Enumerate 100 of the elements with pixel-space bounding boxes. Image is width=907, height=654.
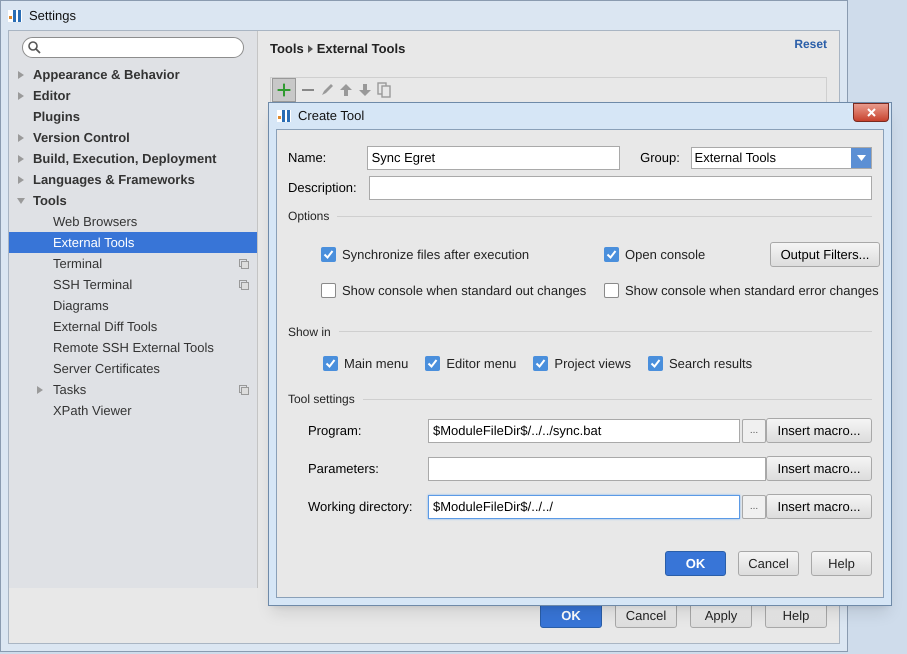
section-title: Options: [288, 208, 330, 225]
up-arrow-icon[interactable]: [339, 83, 353, 97]
checkbox[interactable]: [321, 247, 336, 262]
insert-macro-button[interactable]: Insert macro...: [766, 456, 872, 481]
section-title: Show in: [288, 324, 331, 340]
check-icon: [325, 358, 336, 369]
field-label: Parameters:: [307, 460, 380, 478]
tree-item-label: Build, Execution, Deployment: [33, 150, 218, 168]
collapsed-arrow-icon[interactable]: [17, 154, 25, 162]
add-icon[interactable]: [272, 78, 296, 102]
field-label: Working directory:: [307, 498, 414, 516]
collapsed-arrow-icon[interactable]: [36, 386, 44, 394]
browse-button[interactable]: ...: [742, 494, 766, 518]
tree-item-label: Tasks: [53, 380, 88, 399]
checkbox-label: Main menu: [344, 354, 408, 372]
tree-item[interactable]: SSH Terminal: [9, 274, 257, 295]
collapsed-arrow-icon[interactable]: [17, 176, 25, 184]
dialog-button[interactable]: Cancel: [738, 551, 799, 576]
breadcrumb-item: Tools: [270, 40, 304, 58]
tree-item-label: Server Certificates: [53, 360, 161, 378]
check-icon: [427, 358, 438, 369]
dropdown-value: External Tools: [694, 148, 777, 167]
copy-icon[interactable]: [377, 82, 391, 98]
tree-item-label: SSH Terminal: [53, 276, 134, 294]
checkbox-label: Open console: [625, 246, 706, 264]
reset-link[interactable]: Reset: [794, 34, 827, 53]
tree-item-label: Languages & Frameworks: [33, 170, 196, 189]
tree-item-label: XPath Viewer: [53, 402, 133, 420]
checkbox[interactable]: [604, 247, 619, 262]
tree-item[interactable]: Tasks: [9, 379, 257, 400]
tree-item[interactable]: Diagrams: [9, 295, 257, 316]
down-arrow-icon[interactable]: [358, 83, 372, 97]
tree-item[interactable]: Version Control: [9, 127, 257, 148]
tree-item-label: Tools: [33, 192, 68, 210]
check-icon: [650, 358, 661, 369]
name-field[interactable]: Sync Egret: [366, 146, 620, 170]
field-label: Name:: [288, 148, 328, 167]
tree-item[interactable]: Languages & Frameworks: [9, 169, 257, 190]
tree-item[interactable]: External Tools: [9, 232, 257, 253]
dialog-title: Create Tool: [298, 107, 364, 126]
collapsed-arrow-icon[interactable]: [17, 70, 25, 78]
close-icon: [866, 108, 876, 117]
search-field[interactable]: [22, 37, 244, 58]
dropdown-arrow-icon: [856, 154, 866, 160]
checkbox-label: Show console when standard error changes: [625, 282, 879, 300]
tree-item[interactable]: Tools: [9, 190, 257, 211]
checkbox-label: Project views: [554, 354, 631, 373]
app-logo-icon: [7, 8, 23, 24]
tree-item[interactable]: External Diff Tools: [9, 316, 257, 337]
tree-item[interactable]: Server Certificates: [9, 358, 257, 379]
input-field[interactable]: $ModuleFileDir$/../../sync.bat: [428, 418, 740, 442]
tree-item[interactable]: Remote SSH External Tools: [9, 337, 257, 358]
checkbox[interactable]: [323, 356, 338, 371]
breadcrumb-item: External Tools: [316, 40, 406, 58]
check-icon: [323, 249, 334, 260]
section-title: Tool settings: [288, 391, 355, 408]
tree-item[interactable]: Editor: [9, 85, 257, 106]
tree-item[interactable]: Appearance & Behavior: [9, 64, 257, 85]
checkbox[interactable]: [604, 283, 619, 298]
tree-item[interactable]: XPath Viewer: [9, 400, 257, 421]
edit-icon[interactable]: [320, 83, 334, 97]
tree-item[interactable]: Web Browsers: [9, 211, 257, 232]
input-field[interactable]: [428, 456, 766, 480]
checkbox[interactable]: [321, 283, 336, 298]
group-dropdown[interactable]: External Tools: [690, 146, 872, 168]
browse-button[interactable]: ...: [742, 418, 766, 442]
dialog-button[interactable]: Help: [811, 551, 872, 576]
tree-item-label: Appearance & Behavior: [33, 66, 181, 84]
tree-item[interactable]: Build, Execution, Deployment: [9, 148, 257, 169]
checkbox-label: Show console when standard out changes: [342, 282, 586, 300]
checkbox[interactable]: [648, 356, 663, 371]
check-icon: [535, 358, 546, 369]
tree-item-label: External Tools: [53, 234, 136, 252]
tree-item-label: Diagrams: [53, 296, 110, 315]
tree-item-label: Version Control: [33, 128, 131, 147]
ok-button[interactable]: OK: [665, 551, 726, 576]
checkbox[interactable]: [425, 356, 440, 371]
close-button[interactable]: [853, 103, 889, 122]
tree-item[interactable]: Terminal: [9, 253, 257, 274]
collapsed-arrow-icon[interactable]: [17, 134, 25, 142]
output-filters-button[interactable]: Output Filters...: [770, 242, 880, 267]
window-title: Settings: [29, 6, 76, 25]
tree-item-label: External Diff Tools: [53, 318, 158, 336]
description-field[interactable]: [369, 176, 872, 200]
checkbox-label: Editor menu: [446, 354, 516, 372]
tree-item-label: Web Browsers: [53, 212, 138, 231]
tree-item-label: Plugins: [33, 108, 81, 126]
input-field[interactable]: $ModuleFileDir$/../../: [428, 494, 740, 518]
collapsed-arrow-icon[interactable]: [17, 92, 25, 100]
expanded-arrow-icon[interactable]: [17, 196, 25, 204]
search-icon: [28, 41, 41, 54]
check-icon: [606, 249, 617, 260]
app-logo-icon: [276, 108, 292, 124]
checkbox[interactable]: [533, 356, 548, 371]
checkbox-label: Synchronize files after execution: [342, 246, 530, 264]
tree-item-label: Remote SSH External Tools: [53, 338, 215, 357]
insert-macro-button[interactable]: Insert macro...: [766, 494, 872, 519]
tree-item[interactable]: Plugins: [9, 106, 257, 127]
checkbox-label: Search results: [668, 354, 752, 372]
insert-macro-button[interactable]: Insert macro...: [766, 418, 872, 443]
